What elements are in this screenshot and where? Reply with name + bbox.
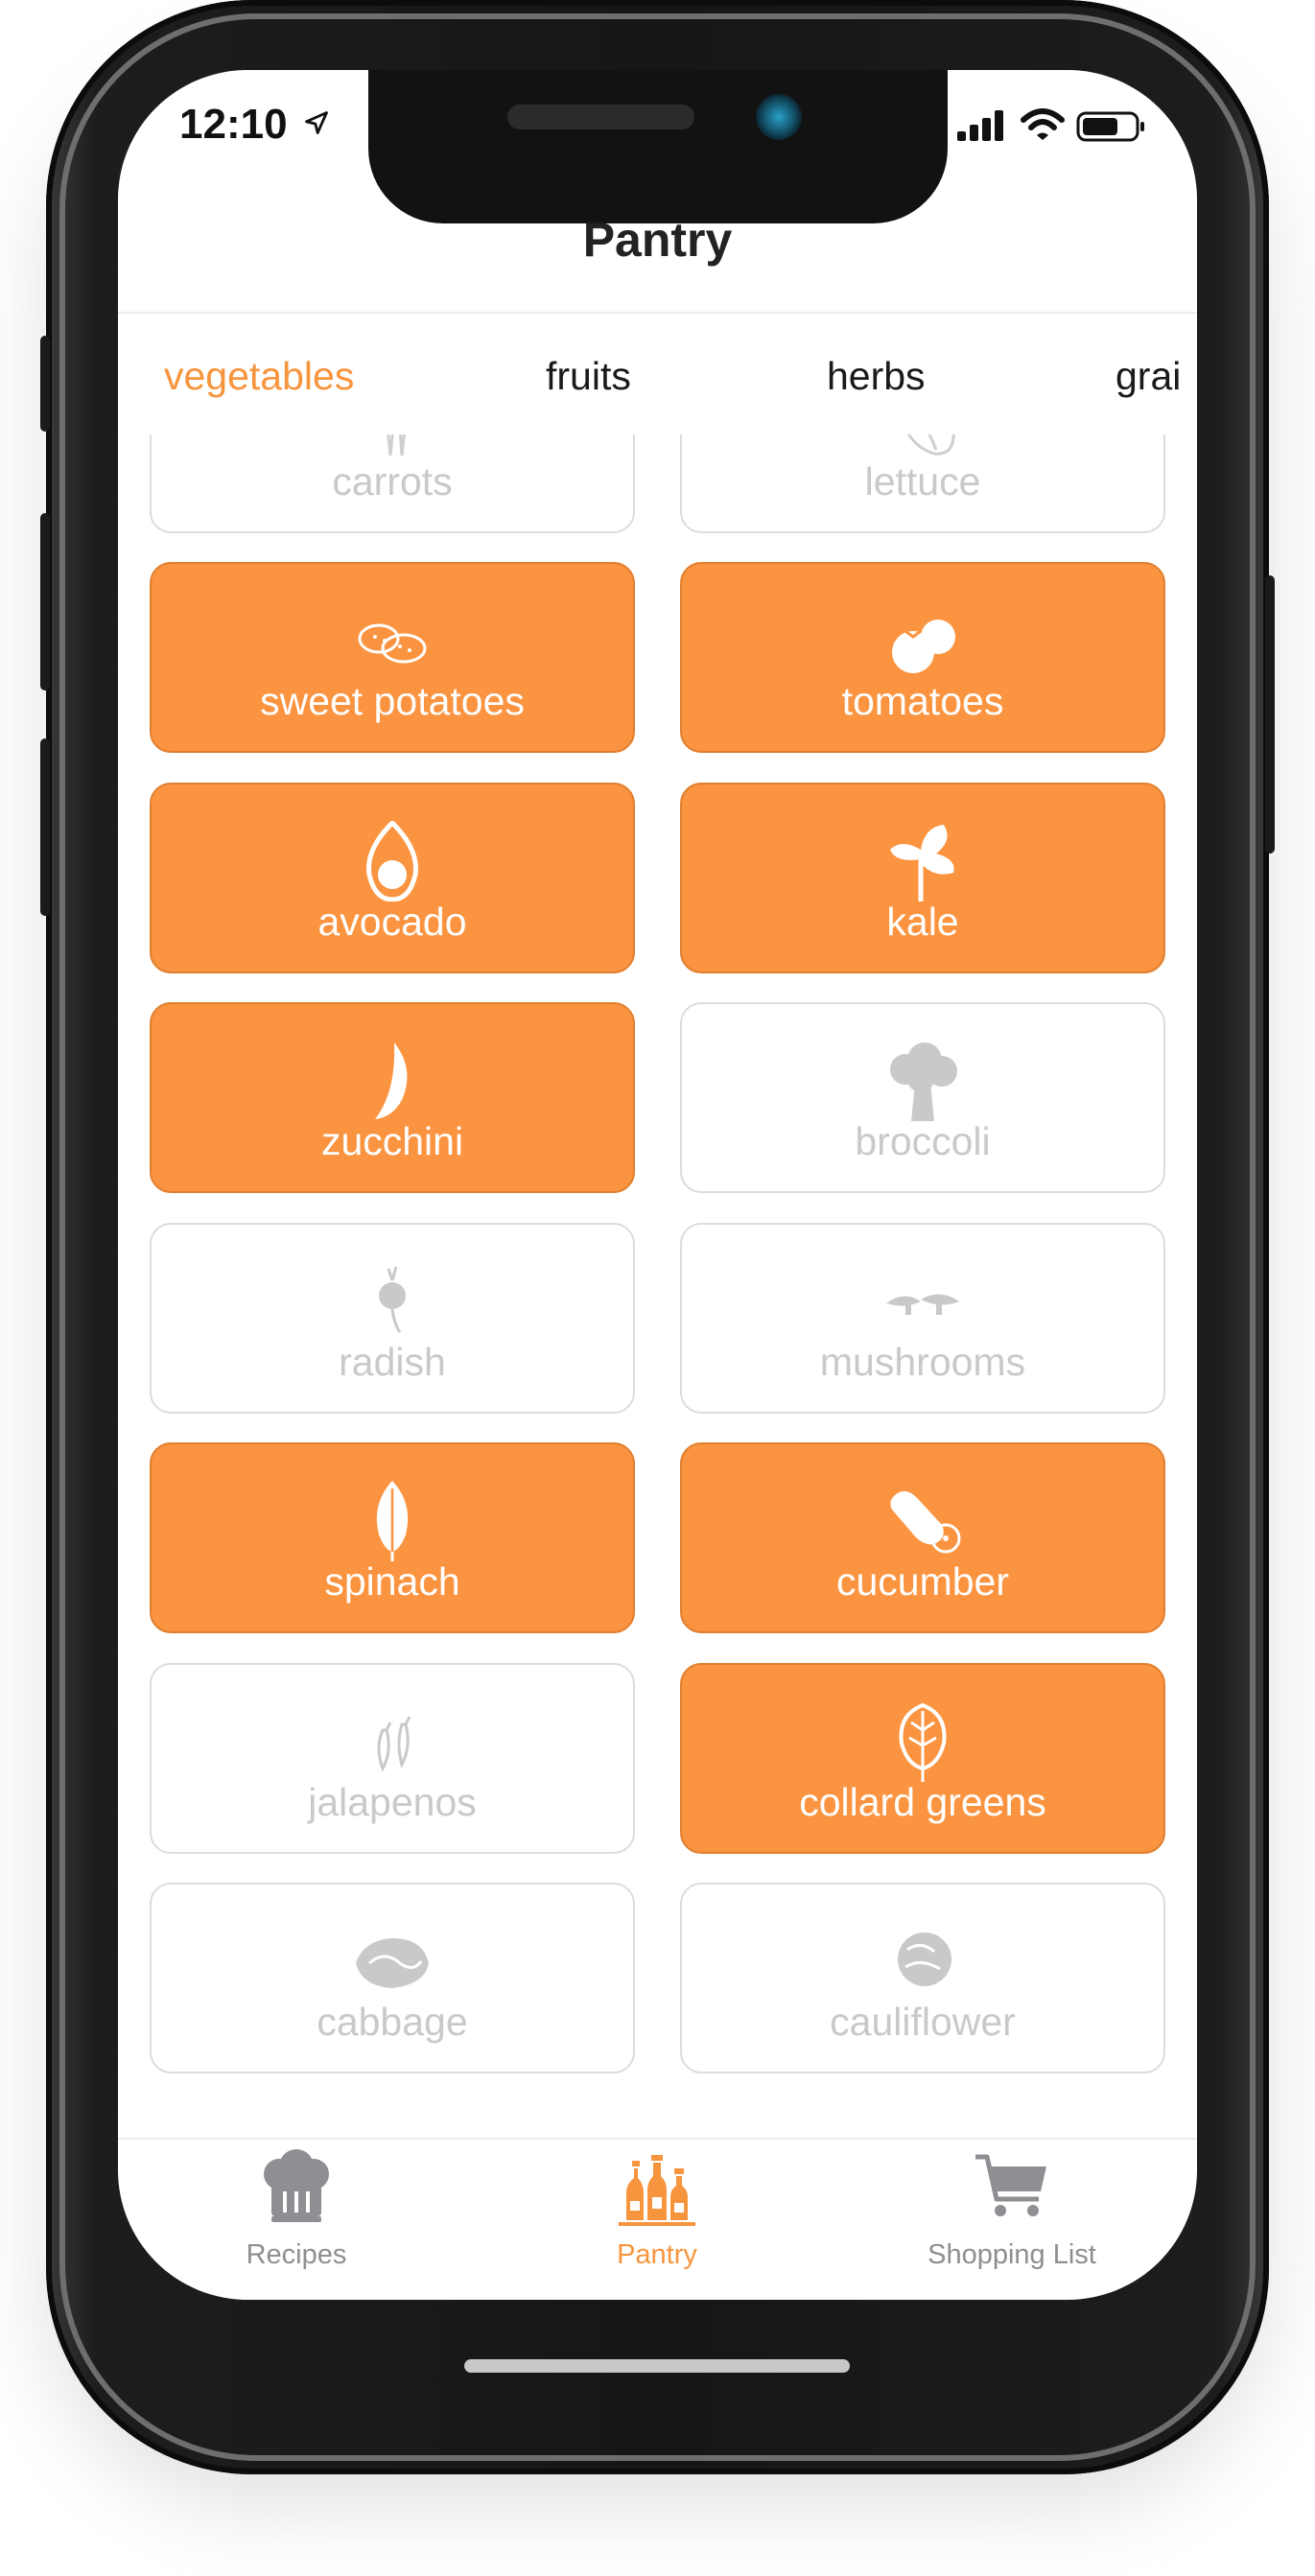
item-label: carrots <box>332 459 453 503</box>
tab-bar-recipes[interactable]: Recipes <box>153 2149 440 2283</box>
item-card-cucumber[interactable]: cucumber <box>680 1442 1165 1633</box>
mushroom-icon <box>886 1294 959 1315</box>
pantry-bottles-icon <box>619 2155 695 2226</box>
item-label: sweet potatoes <box>260 679 525 723</box>
cauliflower-icon <box>898 1932 951 1986</box>
item-card-lettuce[interactable]: lettuce <box>680 434 1165 533</box>
tab-grains[interactable]: grai <box>1115 354 1181 399</box>
tab-bar-label: Shopping List <box>928 2239 1096 2270</box>
speaker-grille <box>507 105 694 129</box>
status-time: 12:10 <box>179 101 330 149</box>
item-label: collard greens <box>799 1780 1046 1824</box>
category-tabs: vegetables fruits herbs grai <box>118 354 1197 431</box>
avocado-icon <box>366 821 418 902</box>
volume-up-button <box>40 513 50 691</box>
tab-vegetables[interactable]: vegetables <box>164 354 354 399</box>
app-screen: 12:10 Pantry vegetables fruits herbs gra… <box>118 70 1197 2300</box>
chef-hat-icon <box>264 2149 329 2222</box>
radish-icon <box>379 1266 406 1333</box>
item-label: kale <box>886 900 959 944</box>
location-arrow-icon <box>304 111 328 134</box>
item-label: broccoli <box>855 1119 991 1163</box>
tab-bar-label: Recipes <box>246 2239 347 2270</box>
home-indicator[interactable] <box>464 2359 850 2373</box>
page-title: Pantry <box>582 213 733 267</box>
zucchini-icon <box>375 1042 408 1119</box>
tab-herbs[interactable]: herbs <box>827 354 926 399</box>
tomato-icon <box>892 620 955 673</box>
power-button <box>1265 575 1275 854</box>
item-card-sweet-potatoes[interactable]: sweet potatoes <box>150 562 635 753</box>
notch <box>368 70 948 223</box>
item-label: lettuce <box>864 459 981 503</box>
wifi-icon <box>1021 108 1065 140</box>
header-divider <box>118 312 1197 314</box>
item-label: spinach <box>324 1559 460 1604</box>
cabbage-icon <box>356 1938 429 1988</box>
pantry-grid: carrots lettuce sweet potatoes tomatoes … <box>118 434 1197 2132</box>
item-label: avocado <box>317 900 467 944</box>
shopping-cart-icon <box>975 2154 1046 2216</box>
item-label: cauliflower <box>830 2000 1016 2044</box>
item-card-zucchini[interactable]: zucchini <box>150 1002 635 1193</box>
item-card-tomatoes[interactable]: tomatoes <box>680 562 1165 753</box>
mute-switch <box>40 336 50 432</box>
item-card-cauliflower[interactable]: cauliflower <box>680 1883 1165 2073</box>
tab-bar-divider <box>118 2138 1197 2140</box>
item-card-carrots[interactable]: carrots <box>150 434 635 533</box>
tab-fruits[interactable]: fruits <box>546 354 631 399</box>
item-card-broccoli[interactable]: broccoli <box>680 1002 1165 1193</box>
tab-bar-label: Pantry <box>617 2239 697 2270</box>
item-label: cabbage <box>317 2000 468 2044</box>
front-camera <box>756 94 802 140</box>
tab-bar-pantry[interactable]: Pantry <box>513 2149 801 2283</box>
volume-down-button <box>40 738 50 916</box>
battery-icon <box>1076 111 1144 142</box>
sweet-potato-icon <box>358 623 427 664</box>
item-card-spinach[interactable]: spinach <box>150 1442 635 1633</box>
spinach-icon <box>376 1481 409 1561</box>
item-card-mushrooms[interactable]: mushrooms <box>680 1223 1165 1414</box>
item-card-avocado[interactable]: avocado <box>150 783 635 973</box>
item-label: jalapenos <box>308 1780 477 1824</box>
broccoli-icon <box>890 1042 957 1121</box>
collard-greens-icon <box>899 1702 947 1782</box>
item-card-jalapenos[interactable]: jalapenos <box>150 1663 635 1854</box>
tab-bar-shopping-list[interactable]: Shopping List <box>868 2149 1156 2283</box>
jalapeno-icon <box>377 1716 411 1772</box>
item-label: mushrooms <box>819 1340 1026 1384</box>
item-card-cabbage[interactable]: cabbage <box>150 1883 635 2073</box>
item-label: radish <box>339 1340 446 1384</box>
cellular-signal-icon <box>957 110 1003 141</box>
item-card-radish[interactable]: radish <box>150 1223 635 1414</box>
status-icons <box>957 108 1149 147</box>
item-label: cucumber <box>835 1559 1009 1604</box>
item-label: zucchini <box>320 1119 464 1163</box>
cucumber-icon <box>890 1490 961 1554</box>
item-card-collard-greens[interactable]: collard greens <box>680 1663 1165 1854</box>
kale-icon <box>890 825 954 902</box>
item-label: tomatoes <box>841 679 1004 723</box>
item-card-kale[interactable]: kale <box>680 783 1165 973</box>
